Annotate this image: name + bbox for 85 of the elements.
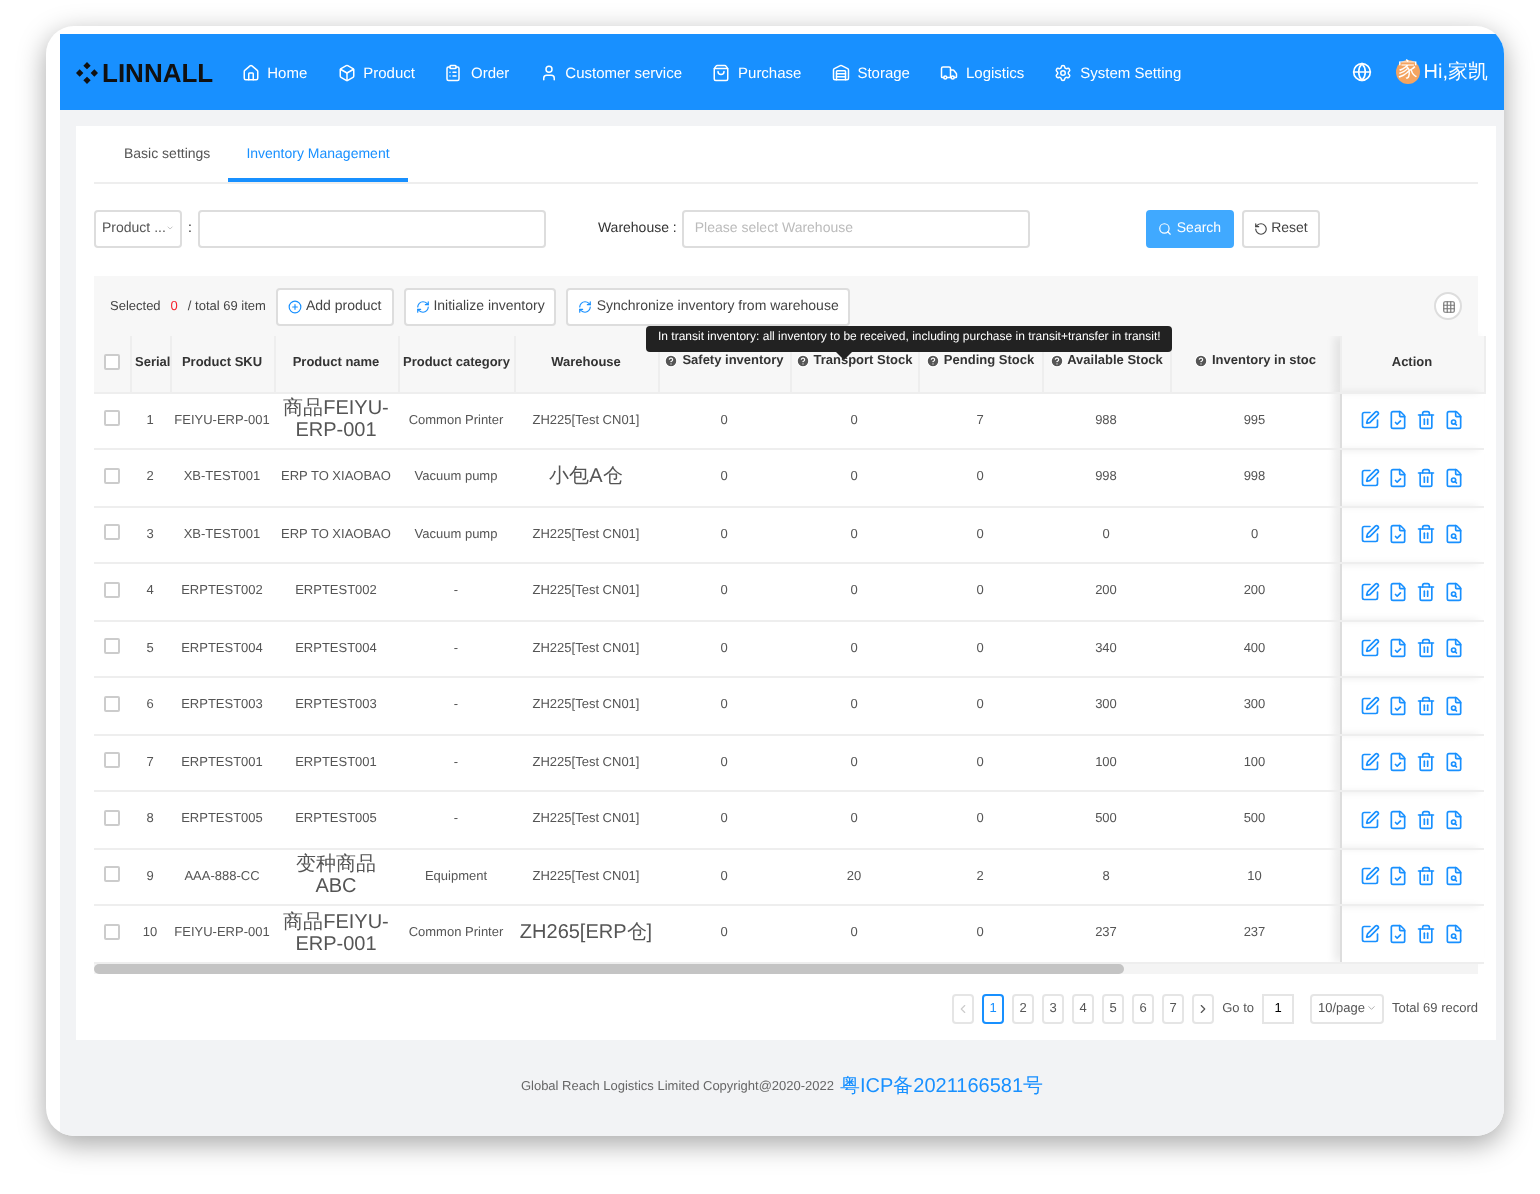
edit-icon[interactable] — [1360, 524, 1381, 545]
warehouse-icon — [831, 63, 850, 81]
file-search-icon[interactable] — [1444, 467, 1465, 488]
row-checkbox[interactable] — [104, 638, 120, 655]
document-check-icon[interactable] — [1388, 866, 1409, 887]
edit-icon[interactable] — [1360, 467, 1381, 488]
globe-icon[interactable] — [1351, 62, 1372, 82]
file-search-icon[interactable] — [1444, 752, 1465, 773]
table-cell: 商品FEIYU-ERP-001 — [283, 398, 389, 443]
box-icon — [337, 63, 356, 81]
edit-icon[interactable] — [1360, 752, 1381, 773]
file-search-icon[interactable] — [1444, 866, 1465, 887]
next-page-button[interactable] — [1192, 993, 1215, 1023]
trash-icon[interactable] — [1416, 809, 1437, 830]
row-checkbox[interactable] — [104, 923, 120, 940]
edit-icon[interactable] — [1360, 923, 1381, 944]
chevron-down-icon — [1365, 1002, 1376, 1014]
row-checkbox[interactable] — [104, 866, 120, 883]
trash-icon[interactable] — [1416, 581, 1437, 602]
trash-icon[interactable] — [1416, 410, 1437, 431]
brand-name: LINNALL — [102, 57, 214, 87]
file-search-icon[interactable] — [1444, 524, 1465, 545]
document-check-icon[interactable] — [1388, 410, 1409, 431]
edit-icon[interactable] — [1360, 866, 1381, 887]
trash-icon[interactable] — [1416, 467, 1437, 488]
trash-icon[interactable] — [1416, 524, 1437, 545]
column-settings-icon[interactable] — [1434, 292, 1462, 320]
trash-icon[interactable] — [1416, 752, 1437, 773]
document-check-icon[interactable] — [1388, 923, 1409, 944]
scrollbar-thumb[interactable] — [94, 963, 1124, 973]
row-checkbox[interactable] — [104, 752, 120, 769]
document-check-icon[interactable] — [1388, 638, 1409, 659]
row-checkbox[interactable] — [104, 695, 120, 712]
reset-icon — [1253, 221, 1268, 235]
document-check-icon[interactable] — [1388, 581, 1409, 602]
row-checkbox[interactable] — [104, 809, 120, 826]
trash-icon[interactable] — [1416, 923, 1437, 944]
row-checkbox[interactable] — [104, 524, 120, 541]
home-icon — [241, 63, 260, 81]
table-cell: 小包A仓 — [549, 466, 623, 489]
logo-icon — [76, 61, 98, 83]
search-icon — [1158, 221, 1173, 235]
trash-icon[interactable] — [1416, 638, 1437, 659]
refresh-icon — [578, 299, 593, 313]
search-field[interactable] — [197, 209, 546, 247]
edit-icon[interactable] — [1360, 581, 1381, 602]
help-icon — [925, 354, 940, 369]
chevron-down-icon — [165, 222, 174, 234]
file-search-icon[interactable] — [1444, 923, 1465, 944]
help-icon — [1049, 354, 1064, 369]
refresh-icon — [415, 299, 430, 313]
trash-icon[interactable] — [1416, 866, 1437, 887]
select-all-checkbox[interactable] — [103, 353, 120, 370]
row-checkbox[interactable] — [104, 410, 120, 427]
file-search-icon[interactable] — [1444, 695, 1465, 716]
table-cell: 商品FEIYU-ERP-001 — [283, 911, 389, 956]
file-search-icon[interactable] — [1444, 410, 1465, 431]
clipboard-icon — [444, 63, 463, 81]
chevron-right-icon — [1196, 1001, 1211, 1015]
file-search-icon[interactable] — [1444, 581, 1465, 602]
trash-icon[interactable] — [1416, 695, 1437, 716]
document-check-icon[interactable] — [1388, 467, 1409, 488]
file-search-icon[interactable] — [1444, 638, 1465, 659]
help-icon — [664, 354, 679, 369]
table-cell: ZH265[ERP仓] — [519, 922, 653, 945]
row-checkbox[interactable] — [104, 467, 120, 484]
edit-icon[interactable] — [1360, 638, 1381, 659]
row-checkbox[interactable] — [104, 581, 120, 598]
chevron-left-icon — [956, 1001, 971, 1015]
document-check-icon[interactable] — [1388, 809, 1409, 830]
user-icon — [539, 63, 558, 81]
help-icon — [795, 354, 810, 369]
settings-icon — [1054, 63, 1073, 81]
document-check-icon[interactable] — [1388, 695, 1409, 716]
file-search-icon[interactable] — [1444, 809, 1465, 830]
bag-icon — [712, 63, 731, 81]
document-check-icon[interactable] — [1388, 524, 1409, 545]
truck-icon — [939, 63, 958, 81]
help-icon — [1193, 354, 1208, 369]
edit-icon[interactable] — [1360, 410, 1381, 431]
table-cell: 变种商品ABC — [296, 854, 376, 899]
plus-icon — [287, 299, 302, 313]
edit-icon[interactable] — [1360, 809, 1381, 830]
document-check-icon[interactable] — [1388, 752, 1409, 773]
edit-icon[interactable] — [1360, 695, 1381, 716]
